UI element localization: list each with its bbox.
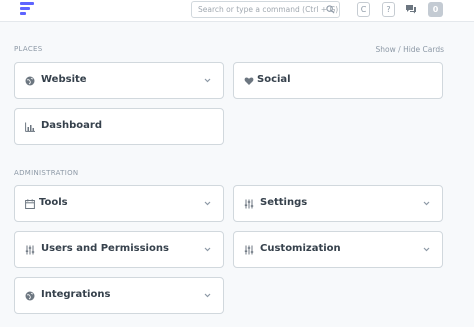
sliders-icon <box>25 245 35 255</box>
card-dashboard[interactable]: Dashboard <box>14 108 224 145</box>
chevron-down-icon[interactable] <box>204 78 211 83</box>
chevron-down-icon[interactable] <box>204 247 211 252</box>
card-label: Customization <box>260 243 341 254</box>
help-button[interactable]: ? <box>382 2 395 17</box>
calendar-icon <box>25 199 35 209</box>
card-label: Integrations <box>41 289 111 300</box>
card-label: Dashboard <box>41 120 102 131</box>
navbar: Search or type a command (Ctrl + G) C ? … <box>0 0 474 22</box>
card-website[interactable]: Website <box>14 62 224 99</box>
card-label: Tools <box>39 197 68 208</box>
chevron-down-icon[interactable] <box>423 201 430 206</box>
show-hide-cards-link[interactable]: Show / Hide Cards <box>376 45 444 54</box>
chevron-down-icon[interactable] <box>204 293 211 298</box>
chat-icon[interactable] <box>405 4 417 14</box>
c-button[interactable]: C <box>357 2 370 17</box>
administration-section-label: ADMINISTRATION <box>14 169 79 177</box>
bar-chart-icon <box>25 122 35 132</box>
card-label: Settings <box>260 197 308 208</box>
card-settings[interactable]: Settings <box>233 185 443 222</box>
heart-icon <box>244 77 254 85</box>
globe-icon <box>25 76 35 86</box>
card-users-and-permissions[interactable]: Users and Permissions <box>14 231 224 268</box>
search-icon <box>326 5 335 14</box>
chevron-down-icon[interactable] <box>204 201 211 206</box>
search-placeholder: Search or type a command (Ctrl + G) <box>198 5 339 14</box>
card-social[interactable]: Social <box>233 62 443 99</box>
card-label: Website <box>41 74 87 85</box>
app-logo-icon[interactable] <box>20 2 38 19</box>
card-integrations[interactable]: Integrations <box>14 277 224 314</box>
places-section-label: PLACES <box>14 45 43 53</box>
chevron-down-icon[interactable] <box>423 247 430 252</box>
card-tools[interactable]: Tools <box>14 185 224 222</box>
card-label: Users and Permissions <box>41 243 169 254</box>
card-label: Social <box>257 74 291 85</box>
globe-icon <box>25 291 35 301</box>
avatar[interactable]: 0 <box>428 2 443 17</box>
sliders-icon <box>244 245 254 255</box>
card-customization[interactable]: Customization <box>233 231 443 268</box>
search-input[interactable]: Search or type a command (Ctrl + G) <box>191 1 340 18</box>
sliders-icon <box>244 199 254 209</box>
